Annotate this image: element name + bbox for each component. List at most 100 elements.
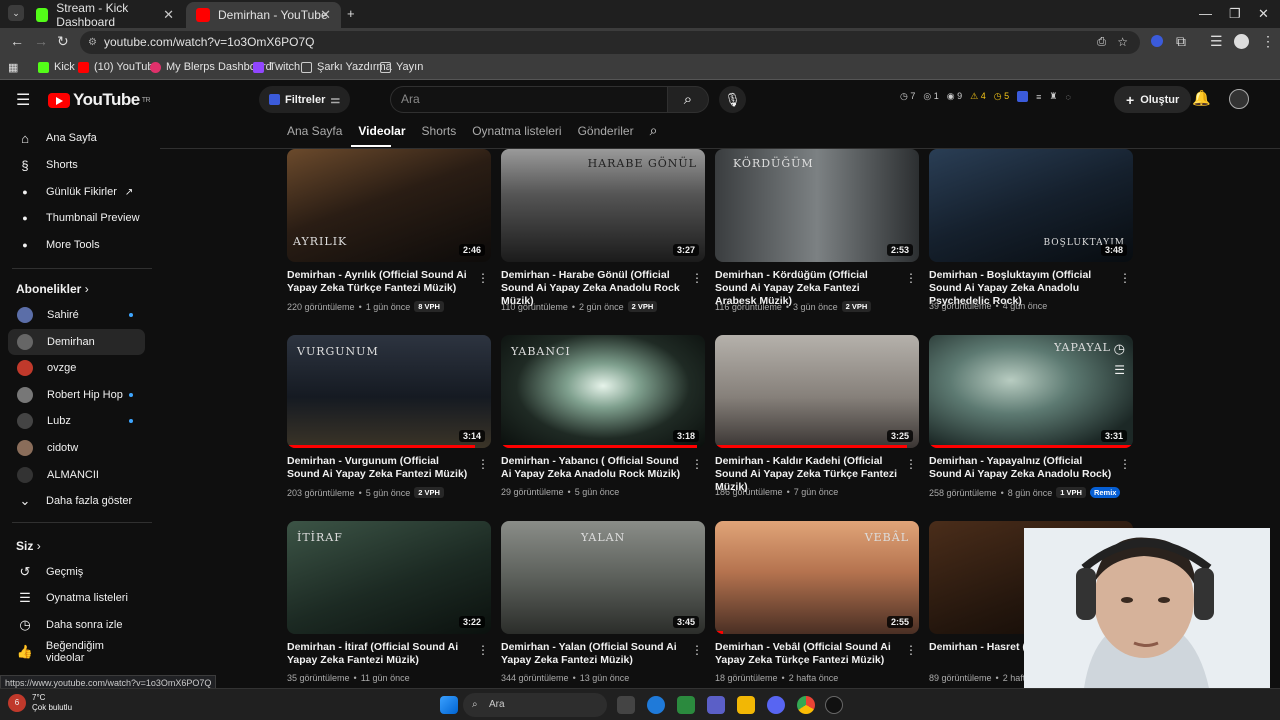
obs-icon[interactable] (825, 696, 843, 714)
notifications-bell-icon[interactable]: 🔔 (1192, 89, 1211, 107)
close-window-icon[interactable]: ✕ (1258, 6, 1269, 22)
copilot-icon[interactable] (677, 696, 695, 714)
file-explorer-icon[interactable] (737, 696, 755, 714)
video-thumbnail[interactable]: HARABE GÖNÜL 3:27 (501, 149, 705, 262)
video-title[interactable]: Demirhan - İtiraf (Official Sound Ai Yap… (287, 641, 472, 667)
sidebar-item-watch-later[interactable]: ◷ Daha sonra izle (8, 612, 145, 638)
tab-shorts[interactable]: Shorts (422, 124, 457, 141)
sidebar-sub-almancii[interactable]: ALMANCII (8, 462, 145, 488)
video-thumbnail[interactable]: VURGUNUM 3:14 (287, 335, 491, 448)
list-icon[interactable]: ≡ (1036, 92, 1041, 102)
more-actions-icon[interactable]: ⋮ (691, 271, 703, 285)
taskbar-search[interactable]: ⌕ Ara (463, 693, 607, 717)
watch-later-icon[interactable]: ◷ (1114, 341, 1125, 357)
new-tab-icon[interactable]: + (347, 6, 355, 21)
bookmark-folder[interactable]: Yayın (380, 61, 423, 73)
video-thumbnail[interactable]: BOŞLUKTAYIM 3:48 (929, 149, 1133, 262)
more-actions-icon[interactable]: ⋮ (691, 457, 703, 471)
maximize-icon[interactable]: ❐ (1229, 6, 1241, 22)
video-thumbnail[interactable]: 3:25 (715, 335, 919, 448)
bookmark-folder[interactable]: Şarkı Yazdırma (301, 61, 392, 73)
url-bar[interactable]: ⚙ youtube.com/watch?v=1o3OmX6PO7Q ⎙ ☆ (80, 31, 1140, 54)
add-to-queue-icon[interactable]: ☰ (1114, 363, 1125, 377)
video-title[interactable]: Demirhan - Yabancı ( Official Sound Ai Y… (501, 455, 686, 481)
forward-icon[interactable]: → (34, 33, 48, 49)
video-thumbnail[interactable]: YAPAYAL ◷ ☰ 3:31 (929, 335, 1133, 448)
tab-kick-dashboard[interactable]: Stream - Kick Dashboard ✕ (26, 1, 184, 29)
tab-home[interactable]: Ana Sayfa (287, 124, 342, 141)
tab-youtube[interactable]: Demirhan - YouTube ✕ (186, 2, 341, 28)
video-thumbnail[interactable]: KÖRDÜĞÜM 2:53 (715, 149, 919, 262)
close-tab-icon[interactable]: ✕ (163, 7, 174, 23)
extensions-puzzle-icon[interactable]: ⧉ (1176, 33, 1186, 50)
hamburger-menu-icon[interactable]: ☰ (16, 90, 30, 110)
bookmark-twitch[interactable]: Twitch (253, 61, 300, 73)
video-title[interactable]: Demirhan - Yalan (Official Sound Ai Yapa… (501, 641, 686, 667)
sidebar-item-playlists[interactable]: ☰ Oynatma listeleri (8, 585, 145, 611)
sidebar-sub-ovzge[interactable]: ovzge (8, 355, 145, 381)
youtube-logo[interactable]: YouTube TR (48, 90, 151, 110)
sidebar-item-history[interactable]: ↺ Geçmiş (8, 559, 145, 585)
sidebar-item-thumbnail-preview[interactable]: ● Thumbnail Preview (8, 205, 145, 231)
sidebar-item-liked-videos[interactable]: 👍 Beğendiğim videolar (8, 639, 145, 665)
sidebar-item-daily-ideas[interactable]: ● Günlük Fikirler ↗ (8, 179, 145, 205)
subscriptions-header[interactable]: Abonelikler › (16, 282, 89, 296)
task-view-icon[interactable] (617, 696, 635, 714)
create-button[interactable]: + Oluştur (1114, 86, 1192, 113)
search-input[interactable]: Ara (390, 86, 668, 113)
menu-kebab-icon[interactable]: ⋮ (1261, 33, 1275, 50)
more-actions-icon[interactable]: ⋮ (477, 271, 489, 285)
teams-icon[interactable] (707, 696, 725, 714)
close-tab-icon[interactable]: ✕ (320, 7, 331, 23)
sidebar-sub-demirhan[interactable]: Demirhan (8, 329, 145, 355)
video-thumbnail[interactable]: AYRILIK 2:46 (287, 149, 491, 262)
apps-icon[interactable]: ▦ (8, 61, 18, 74)
tab-posts[interactable]: Gönderiler (578, 124, 634, 141)
extension-icon[interactable] (1151, 35, 1163, 47)
bookmark-kick[interactable]: Kick (38, 61, 75, 73)
remix-badge[interactable]: Remix (1089, 487, 1121, 498)
video-title[interactable]: Demirhan - Ayrılık (Official Sound Ai Ya… (287, 269, 472, 295)
video-title[interactable]: Demirhan - Yapayalnız (Official Sound Ai… (929, 455, 1114, 481)
windows-start-icon[interactable] (440, 696, 458, 714)
sidebar-item-home[interactable]: ⌂ Ana Sayfa (8, 125, 145, 151)
filters-button[interactable]: Filtreler ⚌ (259, 86, 351, 113)
sidebar-item-shorts[interactable]: § Shorts (8, 152, 145, 178)
site-info-icon[interactable]: ⚙ (88, 31, 97, 54)
chat-icon[interactable]: ◌ (1065, 92, 1070, 102)
channel-search-icon[interactable]: ⌕ (650, 122, 658, 139)
account-avatar[interactable] (1229, 89, 1249, 109)
tab-search-icon[interactable]: ⌄ (8, 5, 24, 21)
sidebar-sub-cidotw[interactable]: cidotw (8, 435, 145, 461)
sidebar-sub-sahire[interactable]: Sahiré (8, 302, 145, 328)
sidebar-item-more-tools[interactable]: ● More Tools (8, 232, 145, 258)
discord-icon[interactable] (767, 696, 785, 714)
bookmark-youtube[interactable]: (10) YouTube (78, 61, 160, 73)
you-header[interactable]: Siz › (16, 539, 41, 553)
bookmark-star-icon[interactable]: ☆ (1117, 31, 1128, 54)
profile-avatar[interactable] (1234, 34, 1249, 49)
show-more-button[interactable]: ⌄ Daha fazla göster (8, 488, 145, 514)
video-title[interactable]: Demirhan - Vebâl (Official Sound Ai Yapa… (715, 641, 900, 667)
tab-videos[interactable]: Videolar (358, 124, 405, 141)
more-actions-icon[interactable]: ⋮ (905, 457, 917, 471)
video-thumbnail[interactable]: İTİRAF 3:22 (287, 521, 491, 634)
weather-widget[interactable]: 6 7°C Çok bulutlu (8, 693, 72, 713)
sidebar-sub-lubz[interactable]: Lubz (8, 408, 145, 434)
search-button[interactable]: ⌕ (667, 86, 709, 113)
extension-icon[interactable] (1017, 91, 1029, 102)
more-actions-icon[interactable]: ⋮ (477, 643, 489, 657)
more-actions-icon[interactable]: ⋮ (1119, 271, 1131, 285)
video-thumbnail[interactable]: YABANCI 3:18 (501, 335, 705, 448)
sidebar-sub-robert-hip-hop[interactable]: Robert Hip Hop (8, 382, 145, 408)
more-actions-icon[interactable]: ⋮ (477, 457, 489, 471)
video-thumbnail[interactable]: YALAN 3:45 (501, 521, 705, 634)
tab-playlists[interactable]: Oynatma listeleri (472, 124, 561, 141)
more-actions-icon[interactable]: ⋮ (905, 643, 917, 657)
video-thumbnail[interactable]: VEBÂL 2:55 (715, 521, 919, 634)
trophy-icon[interactable]: ♜ (1049, 91, 1057, 102)
video-title[interactable]: Demirhan - Vurgunum (Official Sound Ai Y… (287, 455, 472, 481)
edge-icon[interactable] (647, 696, 665, 714)
more-actions-icon[interactable]: ⋮ (1119, 457, 1131, 471)
more-actions-icon[interactable]: ⋮ (691, 643, 703, 657)
